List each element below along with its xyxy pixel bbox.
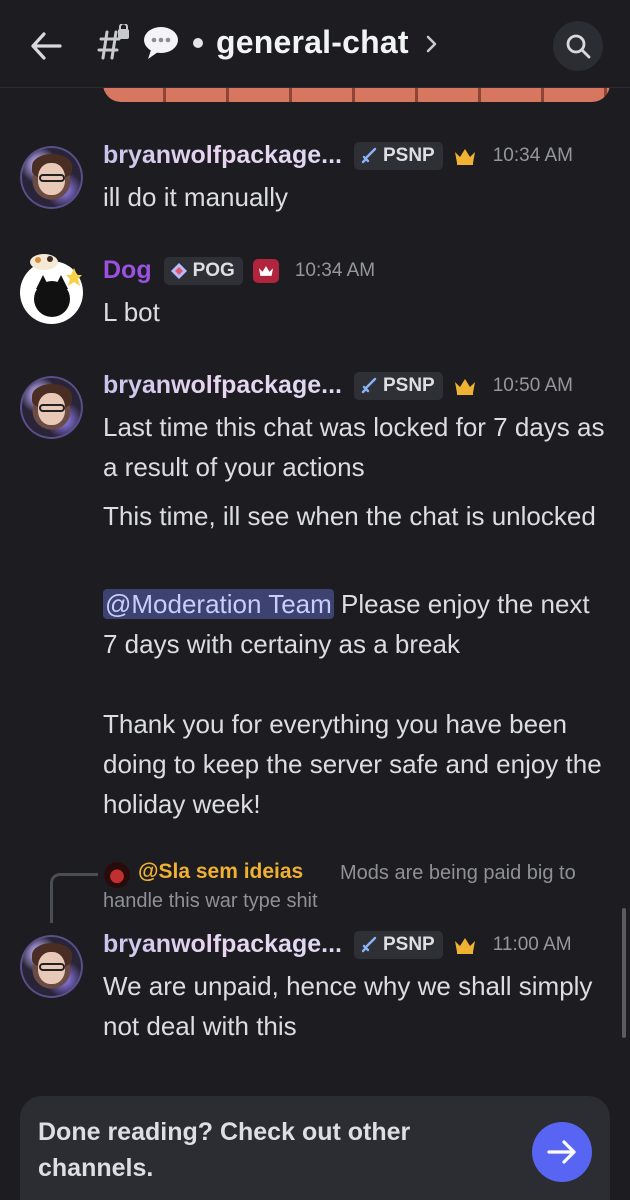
- sword-icon: [361, 377, 377, 393]
- hash-lock-icon: [97, 24, 129, 60]
- message-header: bryanwolfpackage... PSNP 10:50 AM: [103, 371, 573, 400]
- reply-preview-text[interactable]: handle this war type shit: [103, 890, 318, 913]
- search-button[interactable]: [553, 21, 603, 71]
- back-arrow-icon[interactable]: [26, 26, 66, 66]
- tag-label: PSNP: [382, 374, 435, 396]
- speech-bubble-icon: [144, 27, 178, 59]
- crown-icon: [258, 265, 273, 276]
- avatar[interactable]: [20, 146, 83, 209]
- server-tag[interactable]: PSNP: [353, 930, 443, 959]
- reply-connector: [50, 873, 98, 923]
- server-tag[interactable]: POG: [163, 256, 243, 285]
- avatar-decoration: [30, 254, 82, 286]
- message-header: Dog POG 10:34 AM: [103, 256, 375, 285]
- crown-icon: [454, 378, 475, 395]
- tag-label: PSNP: [382, 144, 435, 166]
- tag-label: PSNP: [382, 933, 435, 955]
- channel-header: general-chat: [0, 0, 630, 88]
- chevron-right-icon[interactable]: [424, 30, 440, 58]
- reply-avatar[interactable]: [104, 862, 130, 888]
- next-channel-button[interactable]: [532, 1122, 592, 1182]
- reply-username[interactable]: @Sla sem ideias: [138, 860, 303, 884]
- timestamp: 11:00 AM: [492, 933, 572, 955]
- channel-name[interactable]: general-chat: [216, 24, 409, 61]
- username[interactable]: bryanwolfpackage...: [103, 371, 342, 400]
- role-mention[interactable]: @Moderation Team: [103, 589, 334, 619]
- search-icon: [566, 34, 591, 59]
- timestamp: 10:34 AM: [492, 144, 573, 166]
- sword-icon: [361, 147, 377, 163]
- username[interactable]: Dog: [103, 256, 152, 285]
- scrollbar[interactable]: [622, 908, 626, 1038]
- message-content: @Moderation Team Please enjoy the next 7…: [103, 584, 608, 664]
- message-content: We are unpaid, hence why we shall simply…: [103, 971, 593, 1041]
- reply-preview-text[interactable]: Mods are being paid big to: [340, 862, 576, 885]
- crown-icon: [454, 937, 475, 954]
- username[interactable]: bryanwolfpackage...: [103, 930, 342, 959]
- tag-label: POG: [192, 259, 235, 281]
- timestamp: 10:34 AM: [294, 259, 376, 281]
- diamond-icon: [170, 262, 187, 279]
- done-reading-text: Done reading? Check out other channels.: [38, 1118, 411, 1182]
- done-reading-banner: Done reading? Check out other channels.: [20, 1096, 610, 1200]
- arrow-right-icon: [547, 1140, 576, 1164]
- message-content: ill do it manually: [103, 182, 288, 212]
- username[interactable]: bryanwolfpackage...: [103, 141, 342, 170]
- avatar[interactable]: [20, 935, 83, 998]
- timestamp: 10:50 AM: [492, 374, 573, 396]
- message-content: This time, ill see when the chat is unlo…: [103, 501, 596, 531]
- message-content: Thank you for everything you have been d…: [103, 709, 602, 819]
- avatar[interactable]: [20, 376, 83, 439]
- role-badge: [252, 258, 279, 283]
- separator-dot: [193, 38, 203, 48]
- sword-icon: [361, 936, 377, 952]
- message-content: L bot: [103, 297, 160, 327]
- server-tag[interactable]: PSNP: [353, 141, 443, 170]
- message-content: Last time this chat was locked for 7 day…: [103, 412, 605, 482]
- server-tag[interactable]: PSNP: [353, 371, 443, 400]
- crown-icon: [454, 148, 475, 165]
- message-header: bryanwolfpackage... PSNP 11:00 AM: [103, 930, 572, 959]
- message-header: bryanwolfpackage... PSNP 10:34 AM: [103, 141, 573, 170]
